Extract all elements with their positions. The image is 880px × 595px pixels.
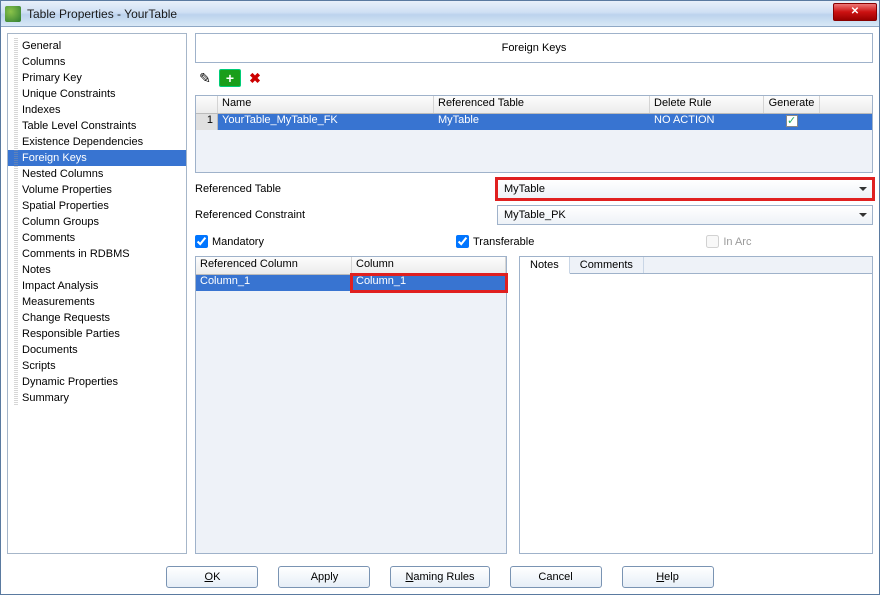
nav-item[interactable]: Columns — [8, 54, 186, 70]
col-header-column: Column — [352, 257, 506, 274]
nav-item[interactable]: Summary — [8, 390, 186, 406]
nav-item[interactable]: Column Groups — [8, 214, 186, 230]
columns-mapping-table[interactable]: Referenced Column Column Column_1 Column… — [195, 256, 507, 554]
referenced-constraint-dropdown[interactable]: MyTable_PK — [497, 205, 873, 225]
col-header-referenced: Referenced Table — [434, 96, 650, 113]
notes-textarea[interactable] — [520, 274, 872, 553]
help-button[interactable]: Help — [622, 566, 714, 588]
nav-item[interactable]: Responsible Parties — [8, 326, 186, 342]
nav-item[interactable]: General — [8, 38, 186, 54]
nav-item[interactable]: Existence Dependencies — [8, 134, 186, 150]
nav-item[interactable]: Spatial Properties — [8, 198, 186, 214]
nav-item[interactable]: Indexes — [8, 102, 186, 118]
in-arc-checkbox: In Arc — [706, 235, 751, 248]
add-icon[interactable]: + — [219, 69, 241, 87]
generate-checkbox[interactable] — [786, 115, 798, 127]
nav-item[interactable]: Notes — [8, 262, 186, 278]
mandatory-checkbox[interactable]: Mandatory — [195, 235, 264, 248]
col-header-generate: Generate — [764, 96, 820, 113]
nav-item[interactable]: Comments — [8, 230, 186, 246]
app-icon — [5, 6, 21, 22]
nav-item[interactable]: Scripts — [8, 358, 186, 374]
apply-button[interactable]: Apply — [278, 566, 370, 588]
tab-comments[interactable]: Comments — [570, 257, 644, 273]
col-header-referenced-column: Referenced Column — [196, 257, 352, 274]
column-cell-dropdown[interactable]: Column_1 — [352, 275, 506, 291]
ok-button[interactable]: OK — [166, 566, 258, 588]
window-title: Table Properties - YourTable — [27, 7, 833, 21]
nav-item[interactable]: Documents — [8, 342, 186, 358]
referenced-constraint-label: Referenced Constraint — [195, 209, 385, 221]
nav-item[interactable]: Primary Key — [8, 70, 186, 86]
notes-pane: Notes Comments — [519, 256, 873, 554]
panel-header: Foreign Keys — [195, 33, 873, 63]
referenced-table-dropdown[interactable]: MyTable — [497, 179, 873, 199]
nav-item[interactable]: Dynamic Properties — [8, 374, 186, 390]
cancel-button[interactable]: Cancel — [510, 566, 602, 588]
nav-item[interactable]: Comments in RDBMS — [8, 246, 186, 262]
nav-item[interactable]: Foreign Keys — [8, 150, 186, 166]
nav-item[interactable]: Impact Analysis — [8, 278, 186, 294]
col-header-name: Name — [218, 96, 434, 113]
referenced-table-label: Referenced Table — [195, 183, 385, 195]
table-row[interactable]: Column_1 Column_1 — [196, 275, 506, 291]
delete-icon[interactable]: ✖ — [245, 69, 265, 87]
titlebar: Table Properties - YourTable ✕ — [1, 1, 879, 27]
nav-item[interactable]: Change Requests — [8, 310, 186, 326]
foreign-keys-table[interactable]: Name Referenced Table Delete Rule Genera… — [195, 95, 873, 173]
naming-rules-button[interactable]: Naming Rules — [390, 566, 489, 588]
nav-item[interactable]: Unique Constraints — [8, 86, 186, 102]
table-row[interactable]: 1 YourTable_MyTable_FK MyTable NO ACTION — [196, 114, 872, 130]
nav-item[interactable]: Volume Properties — [8, 182, 186, 198]
nav-item[interactable]: Measurements — [8, 294, 186, 310]
nav-panel[interactable]: GeneralColumnsPrimary KeyUnique Constrai… — [7, 33, 187, 554]
transferable-checkbox[interactable]: Transferable — [456, 235, 534, 248]
tab-notes[interactable]: Notes — [520, 257, 570, 274]
nav-item[interactable]: Table Level Constraints — [8, 118, 186, 134]
col-header-delete-rule: Delete Rule — [650, 96, 764, 113]
edit-icon[interactable]: ✎ — [195, 69, 215, 87]
close-icon[interactable]: ✕ — [833, 3, 877, 21]
dialog-window: Table Properties - YourTable ✕ GeneralCo… — [0, 0, 880, 595]
nav-item[interactable]: Nested Columns — [8, 166, 186, 182]
